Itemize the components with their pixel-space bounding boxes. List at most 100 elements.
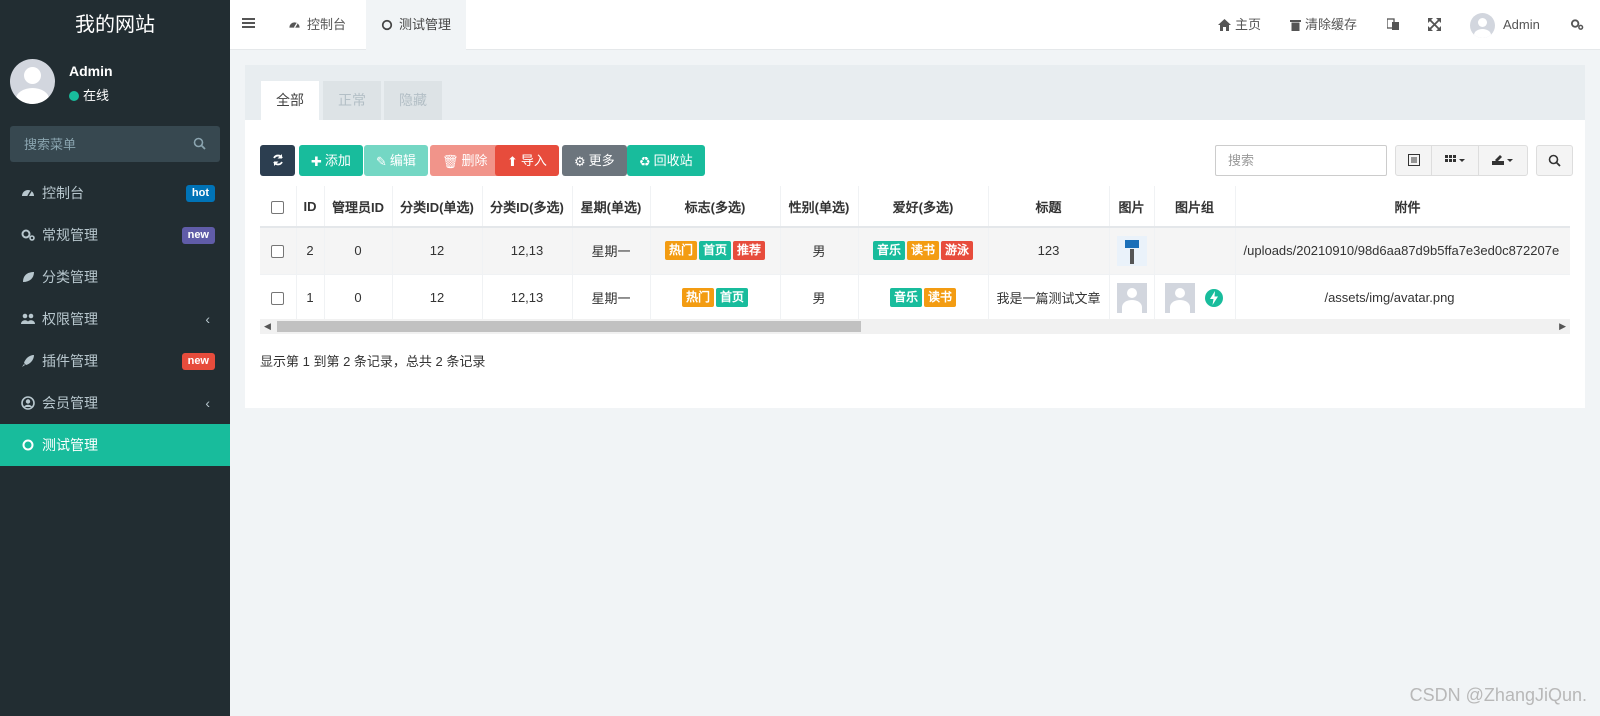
menu-search-input[interactable] (10, 126, 180, 162)
column-header[interactable]: 管理员ID (324, 186, 393, 228)
cell-flags: 热门 首页 推荐 (650, 227, 781, 275)
column-header[interactable]: 图片 (1109, 186, 1155, 228)
hobby-label[interactable]: 音乐 (889, 288, 922, 307)
column-header[interactable]: 图片组 (1154, 186, 1236, 228)
row-checkbox[interactable] (271, 292, 285, 306)
refresh-button[interactable] (260, 145, 295, 176)
sidebar-toggle-icon[interactable] (242, 17, 255, 29)
column-header[interactable]: 星期(单选) (572, 186, 651, 228)
sidebar-item-general[interactable]: 常规管理 new (0, 214, 230, 256)
image-thumbnail[interactable] (1164, 282, 1195, 313)
tab-normal[interactable]: 正常 (323, 81, 381, 120)
grid-icon (1445, 155, 1465, 162)
leaf-icon (23, 272, 34, 282)
fullscreen-toggle[interactable] (1428, 0, 1441, 50)
data-table: ID 管理员ID 分类ID(单选) 分类ID(多选) 星期(单选) 标志(多选)… (260, 186, 1570, 340)
table-row[interactable]: 2 0 12 12,13 星期一 热门 首页 推荐 男 音乐 读书 游泳 123 /up (260, 227, 1570, 275)
status-text: 在线 (83, 88, 110, 103)
column-header[interactable]: 爱好(多选) (858, 186, 989, 228)
flag-label[interactable]: 热门 (681, 288, 714, 307)
sidebar-item-dashboard[interactable]: 控制台 hot (0, 172, 230, 214)
user-status: 在线 (69, 85, 109, 104)
trash-icon: 🗑 (442, 154, 459, 169)
scrollbar-thumb[interactable] (277, 321, 861, 332)
select-all-checkbox[interactable] (271, 200, 285, 214)
cogs-icon (21, 229, 35, 241)
column-header[interactable]: 标题 (988, 186, 1110, 228)
new-badge: new (181, 227, 215, 244)
tab-label: 测试管理 (399, 17, 452, 32)
column-header[interactable]: 附件 (1235, 186, 1570, 228)
sidebar-item-addon[interactable]: 插件管理 new (0, 340, 230, 382)
table-row[interactable]: 1 0 12 12,13 星期一 热门首页 男 音乐读书 我是一篇测试文章 (260, 274, 1570, 322)
user-menu[interactable]: Admin (1470, 0, 1540, 50)
column-header[interactable]: 性别(单选) (780, 186, 859, 228)
flag-label[interactable]: 推荐 (733, 241, 766, 261)
attachment-link[interactable]: /uploads/20210910/98d6aa87d9b5ffa7e3ed0c… (1244, 243, 1560, 258)
recycle-icon: ♻ (639, 154, 651, 169)
import-label: 导入 (520, 153, 547, 168)
scroll-left-arrow-icon[interactable]: ◀ (264, 319, 271, 334)
attachment-link[interactable]: /assets/img/avatar.png (1324, 290, 1454, 305)
translate-icon (1386, 18, 1399, 30)
cog-icon: ⚙ (574, 154, 586, 169)
tab-all[interactable]: 全部 (261, 81, 319, 120)
hobby-label[interactable]: 音乐 (872, 241, 905, 261)
dashboard-icon (289, 22, 300, 28)
image-thumbnail[interactable] (1116, 235, 1147, 266)
cell-category-single: 12 (392, 274, 483, 322)
import-button[interactable]: ⬆ 导入 (495, 145, 559, 176)
export-button[interactable] (1478, 145, 1528, 176)
control-sidebar-toggle[interactable] (1570, 0, 1584, 50)
recycle-bin-button[interactable]: ♻ 回收站 (627, 145, 705, 176)
advanced-search-button[interactable] (1536, 145, 1573, 176)
home-link[interactable]: 主页 (1218, 0, 1261, 50)
sidebar-item-test[interactable]: 测试管理 (0, 424, 230, 466)
hobby-label[interactable]: 游泳 (941, 241, 974, 261)
edit-button[interactable]: ✎ 编辑 (364, 145, 428, 176)
cell-title: 我是一篇测试文章 (988, 274, 1110, 322)
column-header[interactable]: ID (296, 186, 325, 228)
tab-dashboard[interactable]: 控制台 (273, 0, 361, 50)
search-icon[interactable] (193, 137, 206, 150)
bolt-icon[interactable] (1204, 288, 1224, 308)
language-toggle[interactable] (1386, 0, 1400, 50)
table-search-input[interactable] (1215, 145, 1387, 176)
site-brand[interactable]: 我的网站 (0, 0, 230, 50)
sidebar-search (10, 126, 220, 162)
flag-label[interactable]: 首页 (698, 241, 731, 261)
column-header[interactable]: 标志(多选) (650, 186, 781, 228)
tab-test-manage[interactable]: 测试管理 (366, 0, 467, 50)
cell-hobbies: 音乐 读书 (858, 274, 989, 322)
hobby-label[interactable]: 读书 (906, 241, 939, 261)
flag-label[interactable]: 热门 (664, 241, 697, 261)
sidebar-item-member[interactable]: 会员管理 ‹ (0, 382, 230, 424)
pencil-icon: ✎ (376, 154, 387, 169)
hobby-label[interactable]: 读书 (924, 288, 957, 307)
horizontal-scrollbar[interactable]: ◀ ▶ (260, 319, 1570, 334)
add-button[interactable]: ✚ 添加 (299, 145, 363, 176)
sidebar: 我的网站 Admin 在线 控制台 hot 常规管理 new 分类管理 权限管理… (0, 0, 230, 716)
flag-label[interactable]: 首页 (716, 288, 749, 307)
table-header-row: ID 管理员ID 分类ID(单选) 分类ID(多选) 星期(单选) 标志(多选)… (260, 186, 1570, 228)
clear-cache-link[interactable]: 清除缓存 (1290, 0, 1357, 50)
cell-week: 星期一 (572, 274, 651, 322)
more-button[interactable]: ⚙ 更多 (562, 145, 627, 176)
toggle-view-button[interactable] (1395, 145, 1432, 176)
sidebar-item-label: 控制台 (42, 185, 84, 201)
cell-category-multi: 12,13 (482, 274, 573, 322)
columns-button[interactable] (1431, 145, 1479, 176)
scroll-right-arrow-icon[interactable]: ▶ (1559, 319, 1566, 334)
cell-id: 2 (296, 227, 325, 275)
circle-o-icon (381, 19, 393, 31)
recycle-label: 回收站 (653, 153, 693, 168)
tab-hidden[interactable]: 隐藏 (384, 81, 442, 120)
sidebar-item-category[interactable]: 分类管理 (0, 256, 230, 298)
admin-name: Admin (1503, 17, 1540, 32)
column-header[interactable]: 分类ID(单选) (392, 186, 483, 228)
row-checkbox[interactable] (271, 245, 285, 259)
delete-button[interactable]: 🗑 删除 (430, 145, 500, 176)
image-thumbnail[interactable] (1116, 282, 1147, 313)
column-header[interactable]: 分类ID(多选) (482, 186, 573, 228)
sidebar-item-auth[interactable]: 权限管理 ‹ (0, 298, 230, 340)
